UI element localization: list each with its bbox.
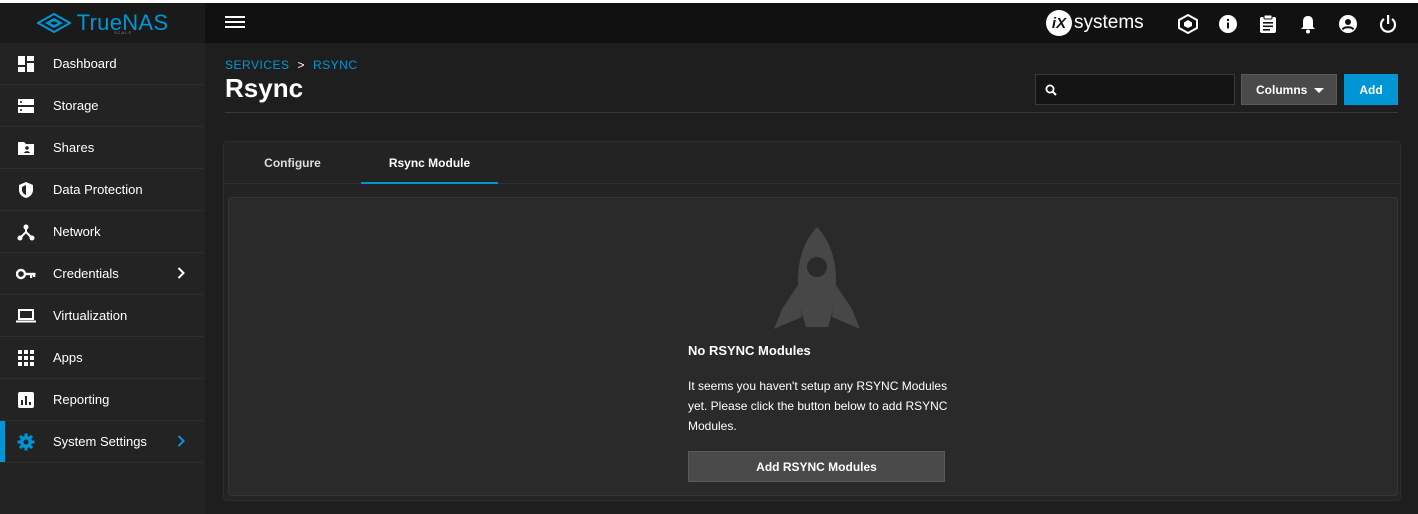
add-rsync-modules-button[interactable]: Add RSYNC Modules [688,451,945,482]
sidebar-item-credentials[interactable]: Credentials [0,253,205,295]
sidebar-item-dashboard[interactable]: Dashboard [0,43,205,85]
sidebar-item-label: Data Protection [53,182,143,197]
chevron-right-icon [177,267,185,279]
search-field[interactable] [1035,74,1235,105]
vendor-name: systems [1074,12,1144,33]
sidebar-item-label: System Settings [53,434,147,449]
shield-icon [16,180,36,200]
tab-configure[interactable]: Configure [224,142,361,184]
sidebar-item-label: Credentials [53,266,119,281]
sidebar-item-label: Network [53,224,101,239]
sidebar-item-system-settings[interactable]: System Settings [0,421,205,463]
network-icon [16,222,36,242]
info-icon[interactable] [1215,13,1241,35]
truecommand-icon[interactable] [1175,13,1201,35]
clipboard-icon[interactable] [1255,13,1281,35]
sidebar-item-label: Virtualization [53,308,128,323]
ix-mark-icon: iX [1046,10,1072,36]
sidebar-item-virtualization[interactable]: Virtualization [0,295,205,337]
reporting-icon [16,390,36,410]
truenas-mark-icon [36,13,71,33]
account-icon[interactable] [1335,13,1361,35]
sidebar-item-label: Dashboard [53,56,117,71]
sidebar-item-apps[interactable]: Apps [0,337,205,379]
sidebar-item-data-protection[interactable]: Data Protection [0,169,205,211]
divider [225,112,1398,113]
sidebar-item-reporting[interactable]: Reporting [0,379,205,421]
brand-edition: SCALE [114,30,133,35]
storage-icon [16,96,36,116]
empty-state-message: It seems you haven't setup any RSYNC Mod… [688,379,948,433]
tab-rsync-module[interactable]: Rsync Module [361,142,498,184]
apps-grid-icon [16,348,36,368]
sidebar-item-label: Reporting [53,392,110,407]
sidebar-item-label: Apps [53,350,83,365]
breadcrumb-services-link[interactable]: SERVICES [225,58,289,72]
sidebar-item-label: Storage [53,98,99,113]
sidebar-item-shares[interactable]: Shares [0,127,205,169]
search-input[interactable] [1066,79,1226,101]
rsync-card: Configure Rsync Module No RSYNC Modules … [223,141,1401,501]
key-icon [16,264,36,284]
search-icon [1045,84,1057,96]
tab-bar: Configure Rsync Module [224,142,1400,184]
chevron-right-icon [177,435,185,447]
gear-icon [16,432,36,452]
add-button[interactable]: Add [1344,74,1398,105]
breadcrumb: SERVICES > RSYNC [225,58,358,72]
page-title: Rsync [225,73,304,103]
sidebar: Dashboard Storage Shares Data Protection… [0,43,205,514]
empty-state-panel: No RSYNC Modules It seems you haven't se… [228,197,1398,496]
shares-icon [16,138,36,158]
breadcrumb-current[interactable]: RSYNC [313,58,358,72]
top-bar: TrueNAS SCALE iX systems [0,0,1418,43]
rocket-icon [774,227,860,329]
bell-icon[interactable] [1295,13,1321,35]
hamburger-menu-icon[interactable] [225,13,245,33]
sidebar-item-network[interactable]: Network [0,211,205,253]
sidebar-item-storage[interactable]: Storage [0,85,205,127]
sidebar-item-label: Shares [53,140,95,155]
dashboard-icon [16,54,36,74]
laptop-icon [16,306,36,326]
breadcrumb-separator: > [297,58,305,72]
columns-button-label: Columns [1256,82,1308,97]
columns-button[interactable]: Columns [1241,74,1337,105]
empty-state-title: No RSYNC Modules [688,343,811,358]
main-content: SERVICES > RSYNC Rsync Columns Add Configu… [205,43,1418,514]
power-icon[interactable] [1375,13,1401,35]
truenas-logo[interactable]: TrueNAS SCALE [0,3,205,43]
caret-down-icon [1314,88,1324,93]
ixsystems-logo[interactable]: iX systems [1046,10,1144,36]
